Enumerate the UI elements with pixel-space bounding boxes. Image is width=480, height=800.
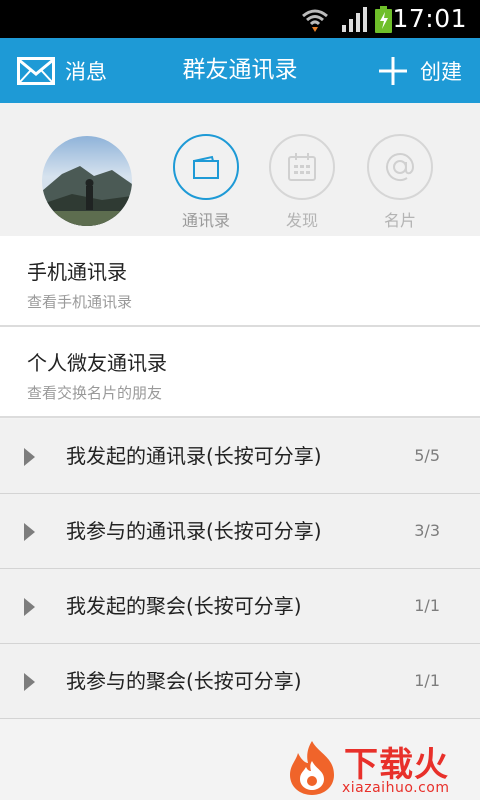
list-item[interactable]: 我发起的聚会(长按可分享) 1/1 [0, 569, 480, 643]
avatar[interactable] [42, 136, 132, 226]
calendar-icon [288, 153, 316, 181]
avatar-photo [42, 136, 132, 226]
status-time: 17:01 [392, 4, 467, 33]
tab-business-card-label: 名片 [383, 211, 416, 230]
group-label: 我发起的聚会(长按可分享) [66, 594, 302, 618]
status-bar: 17:01 [0, 0, 480, 38]
list-item[interactable]: 我参与的通讯录(长按可分享) 3/3 [0, 494, 480, 568]
expand-arrow-icon [24, 673, 35, 691]
personal-contacts-title: 个人微友通讯录 [27, 351, 167, 375]
list-item[interactable]: 我发起的通讯录(长按可分享) 5/5 [0, 419, 480, 493]
group-label: 我发起的通讯录(长按可分享) [66, 444, 322, 468]
watermark: 下载火 xiazaihuo.com [284, 737, 478, 799]
mail-icon [17, 56, 55, 85]
group-count: 5/5 [414, 446, 440, 465]
group-label: 我参与的通讯录(长按可分享) [66, 519, 322, 543]
wifi-icon [302, 9, 328, 32]
watermark-domain: xiazaihuo.com [342, 780, 450, 796]
signal-icon [342, 7, 367, 32]
messages-button[interactable]: 消息 [17, 38, 107, 103]
expand-arrow-icon [24, 598, 35, 616]
plus-icon [379, 56, 407, 85]
card-icon [193, 155, 219, 179]
flame-logo-icon [290, 741, 334, 795]
tab-discover[interactable]: 发现 [266, 134, 338, 231]
group-count: 3/3 [414, 521, 440, 540]
tab-business-card[interactable]: 名片 [364, 134, 436, 231]
expand-arrow-icon [24, 448, 35, 466]
list-item[interactable]: 我参与的聚会(长按可分享) 1/1 [0, 644, 480, 718]
group-count: 1/1 [414, 596, 440, 615]
phone-contacts-title: 手机通讯录 [27, 260, 127, 284]
tab-address-book[interactable]: 通讯录 [170, 134, 242, 231]
personal-contacts-subtitle: 查看交换名片的朋友 [27, 384, 163, 402]
group-count: 1/1 [414, 671, 440, 690]
divider [0, 416, 480, 418]
create-label: 创建 [420, 59, 462, 84]
at-icon [386, 153, 415, 181]
profile-section: 通讯录 发现 名片 [0, 103, 480, 236]
battery-icon [375, 6, 392, 33]
app-header: 消息 群友通讯录 创建 [0, 38, 480, 103]
create-button[interactable]: 创建 [378, 38, 462, 103]
divider [0, 718, 480, 719]
phone-contacts-subtitle: 查看手机通讯录 [27, 293, 133, 311]
tab-discover-label: 发现 [285, 211, 318, 230]
group-label: 我参与的聚会(长按可分享) [66, 669, 302, 693]
tab-address-book-label: 通讯录 [181, 211, 230, 230]
phone-contacts-item[interactable]: 手机通讯录 查看手机通讯录 [0, 236, 480, 325]
watermark-brand: 下载火 [344, 745, 449, 785]
expand-arrow-icon [24, 523, 35, 541]
personal-contacts-item[interactable]: 个人微友通讯录 查看交换名片的朋友 [0, 327, 480, 416]
messages-label: 消息 [65, 59, 107, 84]
